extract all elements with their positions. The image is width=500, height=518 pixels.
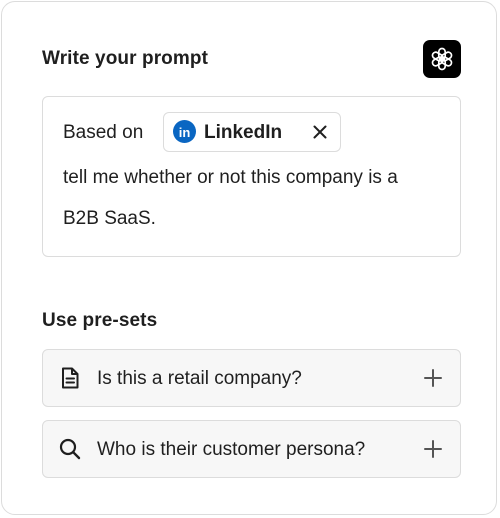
prompt-text-segment: tell me whether or not this company is a xyxy=(63,167,398,188)
prompt-card: Write your prompt Based on in LinkedIn t xyxy=(1,1,497,515)
linkedin-source-chip[interactable]: in LinkedIn xyxy=(163,112,341,152)
search-icon xyxy=(59,438,81,460)
openai-icon xyxy=(431,47,453,71)
preset-retail-company[interactable]: Is this a retail company? xyxy=(42,349,461,407)
preset-label: Is this a retail company? xyxy=(97,368,302,389)
document-icon xyxy=(62,367,79,389)
prompt-editor[interactable]: Based on in LinkedIn tell me whether or … xyxy=(42,96,461,257)
plus-icon[interactable] xyxy=(423,439,443,459)
linkedin-icon: in xyxy=(173,120,196,143)
close-icon[interactable] xyxy=(312,124,328,140)
openai-badge xyxy=(423,40,461,78)
prompt-heading: Write your prompt xyxy=(42,48,209,69)
linkedin-logo-text: in xyxy=(178,124,191,140)
preset-label: Who is their customer persona? xyxy=(97,439,366,460)
prompt-text-segment: Based on xyxy=(63,122,144,143)
chip-label: LinkedIn xyxy=(204,122,283,143)
presets-heading: Use pre-sets xyxy=(42,310,158,331)
preset-customer-persona[interactable]: Who is their customer persona? xyxy=(42,420,461,478)
prompt-text-segment: B2B SaaS. xyxy=(63,208,156,229)
plus-icon[interactable] xyxy=(423,368,443,388)
